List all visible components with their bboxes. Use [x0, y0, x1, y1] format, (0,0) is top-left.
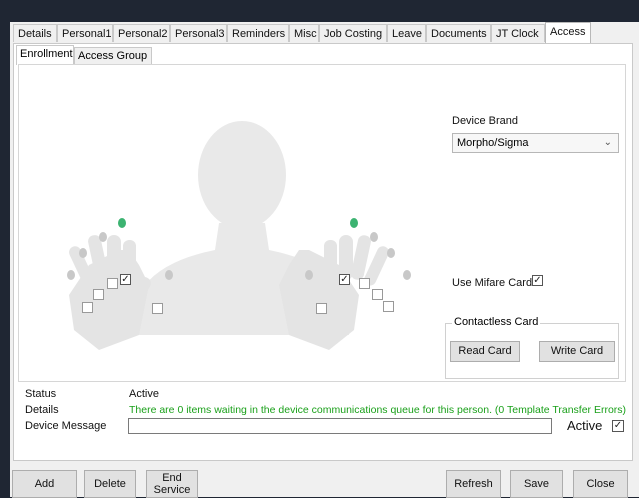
device-message-input[interactable] — [128, 418, 552, 434]
fingerprint-icon[interactable] — [99, 232, 107, 242]
finger-checkbox-right-thumb[interactable] — [316, 303, 327, 314]
tab-misc[interactable]: Misc — [289, 24, 319, 42]
finger-checkbox-left-index[interactable]: ✓ — [120, 274, 131, 285]
fingerprint-icon[interactable] — [350, 218, 358, 228]
use-mifare-checkbox[interactable]: ✓ — [532, 275, 543, 286]
finger-checkbox-right-ring[interactable] — [372, 289, 383, 300]
end-service-button[interactable]: End Service — [146, 470, 198, 498]
active-checkbox[interactable]: ✓ — [612, 420, 624, 432]
finger-checkbox-right-little[interactable] — [383, 301, 394, 312]
tab-reminders[interactable]: Reminders — [227, 24, 289, 42]
details-value: There are 0 items waiting in the device … — [129, 404, 627, 416]
tab-job-costing[interactable]: Job Costing — [319, 24, 387, 42]
add-button[interactable]: Add — [12, 470, 77, 498]
finger-checkbox-left-thumb[interactable] — [152, 303, 163, 314]
device-brand-label: Device Brand — [452, 115, 519, 127]
finger-checkbox-left-ring[interactable] — [93, 289, 104, 300]
finger-checkbox-left-middle-box[interactable] — [107, 278, 118, 289]
silhouette-head — [198, 121, 286, 229]
write-card-button[interactable]: Write Card — [539, 341, 615, 362]
subtab-access-group[interactable]: Access Group — [74, 47, 152, 64]
details-label: Details — [25, 404, 59, 416]
refresh-button[interactable]: Refresh — [446, 470, 501, 498]
hand-enrollment-figure — [67, 121, 411, 350]
fingerprint-icon[interactable] — [67, 270, 75, 280]
contactless-card-title: Contactless Card — [452, 316, 541, 328]
tab-jt-clock[interactable]: JT Clock — [491, 24, 545, 42]
status-label: Status — [25, 388, 57, 400]
device-brand-select[interactable]: Morpho/Sigma ⌄ — [452, 133, 619, 153]
device-brand-value: Morpho/Sigma — [457, 137, 529, 149]
finger-checkbox-right-index[interactable]: ✓ — [339, 274, 350, 285]
fingerprint-icon[interactable] — [305, 270, 313, 280]
background-top — [0, 0, 639, 22]
background-left — [0, 0, 10, 497]
finger-checkbox-left-little[interactable] — [82, 302, 93, 313]
fingerprint-icon[interactable] — [79, 248, 87, 258]
save-button[interactable]: Save — [510, 470, 563, 498]
contactless-card-group: Contactless Card Read Card Write Card — [445, 316, 619, 379]
device-message-label: Device Message — [25, 420, 107, 432]
access-tab-content: Enrollment Access Group ✓ ✓ Device Brand… — [13, 43, 633, 461]
tab-personal3[interactable]: Personal3 — [170, 24, 227, 42]
status-value: Active — [129, 388, 159, 400]
tab-leave[interactable]: Leave — [387, 24, 426, 42]
tab-details[interactable]: Details — [13, 24, 57, 42]
use-mifare-label: Use Mifare Card — [452, 277, 533, 289]
end-service-line1: End — [162, 472, 182, 484]
employee-window: Details Personal1 Personal2 Personal3 Re… — [10, 22, 639, 498]
fingerprint-icon[interactable] — [370, 232, 378, 242]
subtab-enrollment[interactable]: Enrollment — [16, 45, 74, 65]
finger-checkbox-right-middle[interactable] — [359, 278, 370, 289]
fingerprint-icon[interactable] — [165, 270, 173, 280]
main-tab-strip: Details Personal1 Personal2 Personal3 Re… — [10, 22, 639, 44]
fingerprint-icon[interactable] — [387, 248, 395, 258]
chevron-down-icon: ⌄ — [603, 137, 612, 148]
close-button[interactable]: Close — [573, 470, 628, 498]
delete-button[interactable]: Delete — [84, 470, 136, 498]
tab-access[interactable]: Access — [545, 22, 591, 44]
read-card-button[interactable]: Read Card — [450, 341, 520, 362]
fingerprint-icon[interactable] — [118, 218, 126, 228]
tab-documents[interactable]: Documents — [426, 24, 491, 42]
active-label: Active — [567, 418, 603, 433]
tab-personal2[interactable]: Personal2 — [113, 24, 170, 42]
tab-personal1[interactable]: Personal1 — [57, 24, 113, 42]
enrollment-panel: ✓ ✓ Device Brand Morpho/Sigma ⌄ Use Mifa… — [18, 64, 626, 382]
fingerprint-icon[interactable] — [403, 270, 411, 280]
end-service-line2: Service — [153, 484, 191, 496]
